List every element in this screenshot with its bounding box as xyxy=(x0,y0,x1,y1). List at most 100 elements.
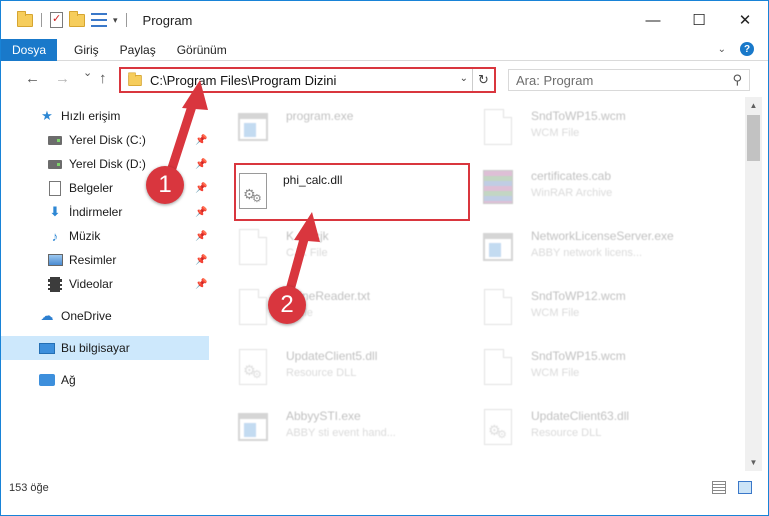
title-bar: ▾ Program — ☐ ✕ xyxy=(1,1,768,39)
navigation-bar: ← → ⌄ ↑ C:\Program Files\Program Dizini … xyxy=(1,62,768,96)
pin-icon[interactable]: 📌 xyxy=(195,159,207,170)
file-item[interactable]: ...fineReader.txt ...File xyxy=(214,279,454,335)
search-input[interactable]: Ara: Program ⚲ xyxy=(508,69,750,91)
ribbon-right: ⌄ ? xyxy=(718,42,754,56)
sidebar-item-network[interactable]: Ağ xyxy=(1,368,209,392)
archive-icon xyxy=(483,170,513,204)
pin-icon[interactable]: 📌 xyxy=(195,279,207,290)
back-arrow-icon[interactable]: ← xyxy=(25,70,40,87)
music-icon: ♪ xyxy=(51,228,59,244)
maximize-button[interactable]: ☐ xyxy=(676,1,722,39)
download-icon: ⬇ xyxy=(49,204,61,219)
pin-icon[interactable]: 📌 xyxy=(195,231,207,242)
folder-icon xyxy=(128,71,142,86)
customize-toolbar-icon[interactable]: ▾ xyxy=(113,15,118,26)
file-type: Resource DLL xyxy=(286,367,357,379)
dll-gear-icon: ⚙ ⚙ xyxy=(239,173,267,209)
sidebar-item-downloads[interactable]: ⬇ İndirmeler 📌 xyxy=(1,200,209,224)
file-item[interactable]: K...n.cjk CJK File xyxy=(214,219,454,275)
vertical-scrollbar[interactable]: ▲ ▼ xyxy=(745,97,762,471)
file-item[interactable]: ⚙ ⚙ UpdateClient63.dll Resource DLL xyxy=(459,399,699,455)
scroll-down-icon[interactable]: ▼ xyxy=(745,454,762,471)
refresh-icon[interactable]: ↻ xyxy=(472,69,494,91)
tab-file[interactable]: Dosya xyxy=(1,38,57,61)
file-item[interactable]: certificates.cab WinRAR Archive xyxy=(459,159,699,215)
search-placeholder: Ara: Program xyxy=(516,72,594,88)
blank-file-icon xyxy=(484,349,512,385)
sidebar-item-videos[interactable]: Videolar 📌 xyxy=(1,272,209,296)
sidebar-item-quick-access[interactable]: ★ Hızlı erişim xyxy=(1,104,209,128)
pin-icon[interactable]: 📌 xyxy=(195,135,207,146)
sidebar-item-label: OneDrive xyxy=(61,309,112,323)
exe-icon xyxy=(483,233,513,261)
properties-icon[interactable] xyxy=(50,12,63,28)
tab-share[interactable]: Paylaş xyxy=(120,43,156,57)
file-type: ABBY network licens... xyxy=(531,247,643,259)
file-item-highlighted[interactable]: ⚙ ⚙ phi_calc.dll xyxy=(234,163,470,221)
search-icon[interactable]: ⚲ xyxy=(732,72,742,88)
file-item[interactable]: SndToWP15.wcm WCM File xyxy=(459,339,699,395)
pin-icon[interactable]: 📌 xyxy=(195,255,207,266)
window-title: Program xyxy=(142,12,193,28)
address-dropdown-icon[interactable]: ⌄ xyxy=(460,73,468,84)
file-item[interactable]: AbbyySTI.exe ABBY sti event hand... xyxy=(214,399,454,455)
sidebar-item-label: Yerel Disk (C:) xyxy=(69,133,146,147)
sidebar-item-this-pc[interactable]: Bu bilgisayar xyxy=(1,336,209,360)
sidebar-item-label: Müzik xyxy=(69,229,101,243)
address-bar[interactable]: C:\Program Files\Program Dizini ⌄ ↻ xyxy=(119,67,496,93)
sidebar-item-label: Hızlı erişim xyxy=(61,109,121,123)
details-view-icon[interactable] xyxy=(712,481,726,494)
blank-file-icon xyxy=(239,289,267,325)
tab-view[interactable]: Görünüm xyxy=(177,43,227,57)
step-badge-2: 2 xyxy=(268,286,306,324)
scroll-thumb[interactable] xyxy=(747,115,760,161)
help-icon[interactable]: ? xyxy=(740,42,754,56)
file-name: SndToWP12.wcm xyxy=(531,289,626,303)
computer-icon xyxy=(39,342,55,354)
item-count: 153 öğe xyxy=(9,482,49,494)
scroll-up-icon[interactable]: ▲ xyxy=(745,97,762,114)
tab-home[interactable]: Giriş xyxy=(74,43,99,57)
file-item[interactable]: SndToWP12.wcm WCM File xyxy=(459,279,699,335)
pin-icon[interactable]: 📌 xyxy=(195,183,207,194)
close-button[interactable]: ✕ xyxy=(722,1,768,39)
file-name: phi_calc.dll xyxy=(283,173,343,187)
sidebar-item-label: Ağ xyxy=(61,373,76,387)
exe-icon xyxy=(238,113,268,141)
sidebar-item-local-disk-c[interactable]: Yerel Disk (C:) 📌 xyxy=(1,128,209,152)
recent-locations-icon[interactable]: ⌄ xyxy=(83,66,92,79)
file-type: WinRAR Archive xyxy=(531,187,613,199)
pin-icon[interactable]: 📌 xyxy=(195,207,207,218)
dll-gear-icon: ⚙ ⚙ xyxy=(484,409,512,445)
file-type: WCM File xyxy=(531,127,580,139)
file-item[interactable]: program.exe xyxy=(214,99,454,155)
up-arrow-icon[interactable]: ↑ xyxy=(99,70,107,87)
chevron-down-icon[interactable]: ⌄ xyxy=(718,44,726,55)
file-name: NetworkLicenseServer.exe xyxy=(531,229,674,243)
blank-file-icon xyxy=(484,289,512,325)
blank-file-icon xyxy=(239,229,267,265)
file-item[interactable]: NetworkLicenseServer.exe ABBY network li… xyxy=(459,219,699,275)
file-name: SndToWP15.wcm xyxy=(531,349,626,363)
file-type: Resource DLL xyxy=(531,427,602,439)
sidebar-item-label: Bu bilgisayar xyxy=(61,341,130,355)
sidebar-item-pictures[interactable]: Resimler 📌 xyxy=(1,248,209,272)
view-options-icon[interactable] xyxy=(91,13,107,27)
large-icons-view-icon[interactable] xyxy=(738,481,752,494)
documents-icon xyxy=(49,180,61,196)
step-badge-1: 1 xyxy=(146,166,184,204)
sidebar-item-onedrive[interactable]: ☁ OneDrive xyxy=(1,304,209,328)
drive-icon xyxy=(48,159,62,169)
new-folder-icon[interactable] xyxy=(69,10,85,27)
file-name: program.exe xyxy=(286,109,354,123)
toolbar-separator xyxy=(41,13,42,27)
sidebar-item-label: Videolar xyxy=(69,277,113,291)
forward-arrow-icon[interactable]: → xyxy=(55,70,70,87)
file-item[interactable]: ⚙ ⚙ UpdateClient5.dll Resource DLL xyxy=(214,339,454,395)
sidebar-item-music[interactable]: ♪ Müzik 📌 xyxy=(1,224,209,248)
address-path[interactable]: C:\Program Files\Program Dizini xyxy=(150,73,336,88)
file-type: CJK File xyxy=(286,247,328,259)
minimize-button[interactable]: — xyxy=(630,1,676,39)
file-item[interactable]: SndToWP15.wcm WCM File xyxy=(459,99,699,155)
exe-icon xyxy=(238,413,268,441)
